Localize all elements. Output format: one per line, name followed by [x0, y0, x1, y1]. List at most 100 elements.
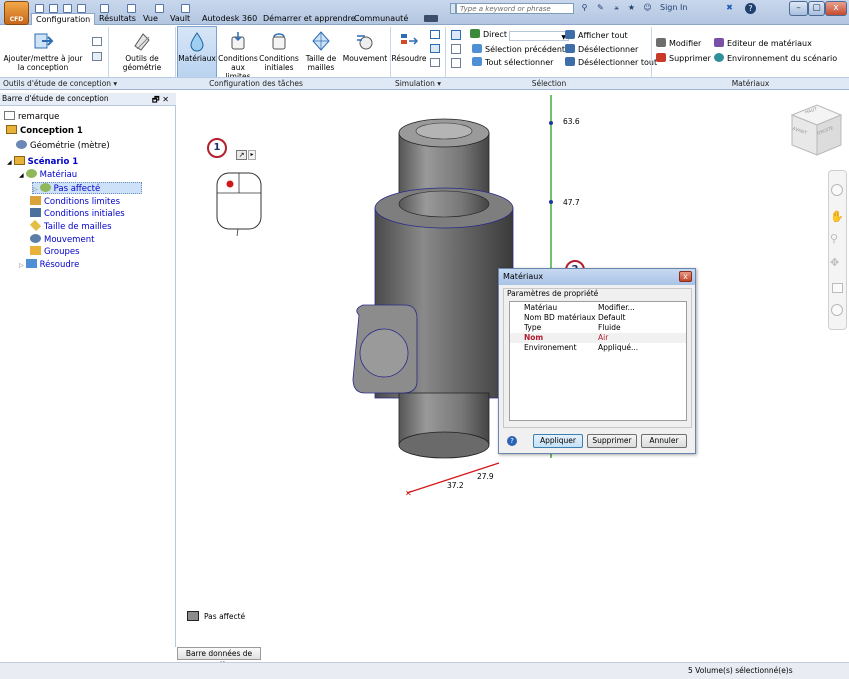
prop-row-db-name[interactable]: Nom BD matériaux Default [510, 313, 686, 323]
initial-conditions-button[interactable]: Conditions initiales [259, 27, 299, 79]
tree-item-unassigned[interactable]: ▷ Pas affecté [32, 182, 142, 194]
zoom-icon[interactable]: ⚲ [830, 232, 838, 245]
cancel-button[interactable]: Annuler [641, 434, 687, 448]
previous-selection-button[interactable]: Sélection précédente [472, 44, 570, 56]
prop-row-material[interactable]: Matériau Modifier... [510, 303, 686, 313]
qat-dropdown-icon[interactable] [181, 4, 190, 13]
favorites-star-icon[interactable]: ★ [627, 3, 636, 13]
view-toggle-icon[interactable]: ↗ [236, 150, 247, 160]
prop-value[interactable]: Air [598, 333, 608, 343]
delete-button[interactable]: Supprimer [587, 434, 637, 448]
chevron-down-icon[interactable]: ▼ [508, 31, 569, 41]
apply-button[interactable]: Appliquer [533, 434, 583, 448]
print-icon[interactable] [77, 4, 86, 13]
view-toggle-dropdown-icon[interactable]: ▸ [248, 150, 256, 160]
dialog-close-button[interactable]: x [679, 271, 692, 282]
sign-in-link[interactable]: Sign In [660, 3, 687, 13]
application-menu-button[interactable]: CFD [4, 1, 29, 25]
help-icon[interactable]: ? [745, 3, 756, 14]
scenario-environment-button[interactable]: Environnement du scénario [714, 53, 837, 65]
group-label-simulation[interactable]: Simulation ▾ [390, 77, 446, 89]
edit-material-button[interactable]: Modifier [656, 38, 701, 50]
maximize-button[interactable]: ▢ [808, 1, 825, 16]
selection-mode-dropdown[interactable]: Direct ▼ [470, 29, 569, 41]
tab-configuration[interactable]: Configuration [31, 13, 96, 25]
save-icon[interactable] [63, 4, 72, 13]
binoculars-icon[interactable]: ⚲ [580, 3, 589, 13]
boundary-conditions-button[interactable]: Conditions aux limites [218, 27, 258, 81]
select-volume-icon[interactable] [451, 30, 461, 40]
output-bar-button[interactable]: Barre données de sortie [177, 647, 261, 669]
pan-hand-icon[interactable]: ✋ [830, 210, 844, 223]
look-at-icon[interactable] [832, 283, 843, 293]
deselect-all-button[interactable]: Désélectionner tout [565, 57, 657, 69]
add-update-design-button[interactable]: Ajouter/mettre à jour la conception [2, 27, 84, 79]
prop-value[interactable]: Modifier... [598, 303, 635, 313]
materials-button[interactable]: Matériaux [177, 26, 217, 78]
run-queue-icon[interactable] [430, 44, 440, 53]
prop-row-name[interactable]: Nom Air [510, 333, 686, 343]
expand-arrow-icon[interactable]: ◢ [19, 172, 24, 179]
prop-value[interactable]: Fluide [598, 323, 621, 333]
results-list-icon[interactable] [430, 30, 440, 39]
dialog-title[interactable]: Matériaux [499, 269, 695, 285]
select-edge-icon[interactable] [451, 58, 461, 68]
minimize-button[interactable]: – [789, 1, 808, 16]
copy-design-icon[interactable] [92, 37, 102, 46]
mesh-size-button[interactable]: Taille de mailles [301, 27, 341, 79]
prop-value[interactable]: Default [598, 313, 625, 323]
delete-material-button[interactable]: Supprimer [656, 53, 711, 65]
design-list-icon[interactable] [92, 52, 102, 61]
geometry-tools-button[interactable]: Outils de géométrie [111, 27, 173, 79]
tree-item-solve[interactable]: ▷ Résoudre [19, 259, 79, 271]
tree-item-geometry[interactable]: Géométrie (mètre) [16, 140, 110, 152]
tab-view[interactable]: Vue [139, 13, 162, 25]
search-input[interactable]: Type a keyword or phrase [456, 3, 574, 14]
select-all-button[interactable]: Tout sélectionner [472, 57, 553, 69]
tree-item-note[interactable]: remarque [4, 111, 59, 123]
select-surface-icon[interactable] [451, 44, 461, 54]
deselect-button[interactable]: Désélectionner [565, 44, 638, 56]
tab-vault[interactable]: Vault [166, 13, 194, 25]
tree-item-boundary-conditions[interactable]: Conditions limites [30, 196, 120, 208]
tree-item-motion[interactable]: Mouvement [30, 234, 94, 246]
motion-button[interactable]: Mouvement [342, 27, 388, 79]
tree-item-mesh-size[interactable]: Taille de mailles [29, 219, 112, 233]
orbit-icon[interactable]: ✥ [830, 256, 839, 269]
exchange-x-icon[interactable]: ✖ [725, 3, 734, 13]
tree-item-material[interactable]: ◢ Matériau [19, 169, 77, 181]
tree-item-initial-conditions[interactable]: Conditions initiales [30, 208, 125, 220]
material-editor-button[interactable]: Editeur de matériaux [714, 38, 812, 50]
tools-icon[interactable]: ✎ [596, 3, 605, 13]
expand-arrow-icon[interactable]: ▷ [33, 186, 38, 193]
expand-arrow-icon[interactable]: ▷ [19, 262, 24, 269]
prop-row-type[interactable]: Type Fluide [510, 323, 686, 333]
tab-results[interactable]: Résultats [95, 13, 140, 25]
subscription-icon[interactable]: ⚹ [612, 3, 621, 13]
tab-autodesk-360[interactable]: Autodesk 360 [198, 13, 261, 25]
prop-row-environment[interactable]: Environement Appliqué... [510, 343, 686, 353]
redo-icon[interactable] [127, 4, 136, 13]
prop-key: Matériau [524, 303, 558, 312]
tab-getting-started[interactable]: Démarrer et apprendre [259, 13, 360, 25]
new-icon[interactable] [35, 4, 44, 13]
open-icon[interactable] [49, 4, 58, 13]
tree-item-scenario-1[interactable]: ◢ Scénario 1 [7, 156, 78, 168]
steering-wheel-icon[interactable] [831, 184, 843, 196]
panel-toggle-icon[interactable] [424, 15, 438, 22]
prop-value[interactable]: Appliqué... [598, 343, 638, 353]
tab-community[interactable]: Communauté [350, 13, 412, 25]
undo-icon[interactable] [100, 4, 109, 13]
email-icon[interactable] [430, 58, 440, 67]
window-icon[interactable] [155, 4, 164, 13]
mouse-navigation-icon [216, 172, 262, 237]
group-label-design-tools[interactable]: Outils d'étude de conception ▾ [0, 77, 122, 89]
solve-button[interactable]: Résoudre [391, 27, 427, 79]
show-all-button[interactable]: Afficher tout [565, 30, 628, 42]
close-button[interactable]: x [825, 1, 847, 16]
nav-settings-icon[interactable] [831, 304, 843, 316]
help-icon[interactable]: ? [507, 436, 517, 446]
expand-arrow-icon[interactable]: ◢ [7, 159, 12, 166]
tree-item-design-1[interactable]: Conception 1 [6, 125, 83, 137]
tree-item-groups[interactable]: Groupes [30, 246, 80, 258]
